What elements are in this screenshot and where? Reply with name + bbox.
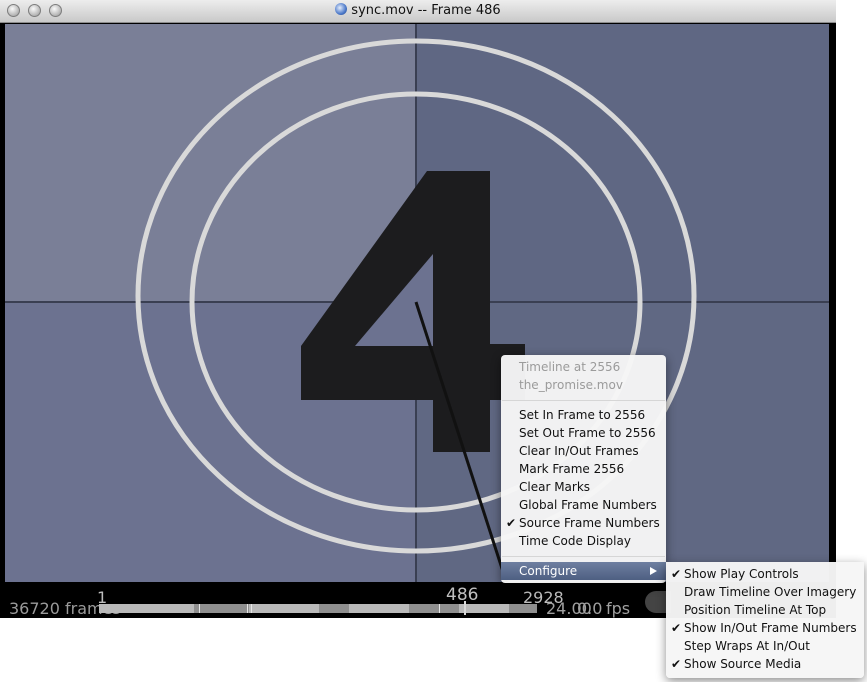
menu-separator bbox=[502, 400, 665, 401]
menu-item-label: Global Frame Numbers bbox=[519, 498, 657, 512]
title-bar[interactable]: sync.mov -- Frame 486 bbox=[0, 0, 836, 23]
submenu-item-label: Show In/Out Frame Numbers bbox=[684, 621, 857, 635]
menu-separator bbox=[502, 556, 665, 557]
timeline-mark bbox=[251, 604, 252, 613]
submenu-item-show-play-controls[interactable]: ✔ Show Play Controls bbox=[666, 565, 864, 583]
menu-item-label: Set Out Frame to 2556 bbox=[519, 426, 656, 440]
menu-item-clear-marks[interactable]: Clear Marks bbox=[501, 478, 666, 496]
menu-item-label: Set In Frame to 2556 bbox=[519, 408, 646, 422]
submenu-item-draw-timeline-over-imagery[interactable]: Draw Timeline Over Imagery bbox=[666, 583, 864, 601]
menu-item-label: Clear Marks bbox=[519, 480, 591, 494]
menu-item-time-code-display[interactable]: Time Code Display bbox=[501, 532, 666, 550]
menu-item-configure[interactable]: Configure bbox=[501, 562, 666, 580]
menu-item-label: Mark Frame 2556 bbox=[519, 462, 625, 476]
menu-item-label: Time Code Display bbox=[519, 534, 631, 548]
checkmark-icon: ✔ bbox=[671, 567, 682, 581]
configure-submenu: ✔ Show Play Controls Draw Timeline Over … bbox=[666, 562, 864, 678]
timeline-playhead[interactable] bbox=[464, 601, 466, 615]
menu-header-timeline-label: Timeline at 2556 bbox=[519, 360, 621, 374]
timeline-segment bbox=[99, 604, 194, 613]
menu-item-mark-frame[interactable]: Mark Frame 2556 bbox=[501, 460, 666, 478]
window-title-wrap: sync.mov -- Frame 486 bbox=[0, 3, 836, 19]
timeline-scrubber[interactable] bbox=[99, 604, 537, 613]
submenu-item-show-source-media[interactable]: ✔ Show Source Media bbox=[666, 655, 864, 673]
player-window: sync.mov -- Frame 486 36720 frames 1 292… bbox=[0, 0, 836, 618]
menu-item-set-out-frame[interactable]: Set Out Frame to 2556 bbox=[501, 424, 666, 442]
timeline-mark bbox=[439, 604, 440, 613]
timeline-mark bbox=[199, 604, 200, 613]
menu-item-source-frame-numbers[interactable]: ✔ Source Frame Numbers bbox=[501, 514, 666, 532]
menu-item-global-frame-numbers[interactable]: Global Frame Numbers bbox=[501, 496, 666, 514]
submenu-item-label: Position Timeline At Top bbox=[684, 603, 827, 617]
submenu-item-label: Draw Timeline Over Imagery bbox=[684, 585, 857, 599]
menu-item-label: Source Frame Numbers bbox=[519, 516, 660, 530]
menu-item-label: Clear In/Out Frames bbox=[519, 444, 639, 458]
menu-header-timeline: Timeline at 2556 bbox=[501, 358, 666, 376]
countdown-leader-frame bbox=[5, 24, 829, 582]
submenu-item-label: Step Wraps At In/Out bbox=[684, 639, 810, 653]
movie-file-icon bbox=[335, 3, 348, 15]
video-viewer[interactable] bbox=[5, 24, 829, 582]
menu-item-set-in-frame[interactable]: Set In Frame to 2556 bbox=[501, 406, 666, 424]
submenu-arrow-icon bbox=[650, 567, 657, 575]
menu-header-source-label: the_promise.mov bbox=[519, 378, 623, 392]
submenu-item-show-in-out-frame-numbers[interactable]: ✔ Show In/Out Frame Numbers bbox=[666, 619, 864, 637]
timeline-segment bbox=[459, 604, 509, 613]
submenu-item-label: Show Play Controls bbox=[684, 567, 799, 581]
checkmark-icon: ✔ bbox=[671, 621, 682, 635]
timeline-mark bbox=[247, 604, 248, 613]
menu-header-source: the_promise.mov bbox=[501, 376, 666, 394]
speed-value: 0.0 bbox=[577, 599, 603, 618]
submenu-item-label: Show Source Media bbox=[684, 657, 802, 671]
submenu-item-position-timeline-at-top[interactable]: Position Timeline At Top bbox=[666, 601, 864, 619]
window-title: sync.mov -- Frame 486 bbox=[351, 3, 501, 18]
checkmark-icon: ✔ bbox=[506, 516, 517, 530]
current-frame-readout: 486 bbox=[446, 585, 479, 605]
submenu-item-step-wraps-at-in-out[interactable]: Step Wraps At In/Out bbox=[666, 637, 864, 655]
menu-item-label: Configure bbox=[519, 564, 578, 578]
fps-unit-label: fps bbox=[606, 599, 631, 618]
checkmark-icon: ✔ bbox=[671, 657, 682, 671]
range-start-label: 1 bbox=[97, 588, 108, 607]
leader-quadrant-top-left bbox=[5, 24, 416, 302]
context-menu: Timeline at 2556 the_promise.mov Set In … bbox=[501, 355, 666, 583]
timeline-segment bbox=[349, 604, 409, 613]
menu-item-clear-in-out[interactable]: Clear In/Out Frames bbox=[501, 442, 666, 460]
timeline-segment bbox=[249, 604, 319, 613]
